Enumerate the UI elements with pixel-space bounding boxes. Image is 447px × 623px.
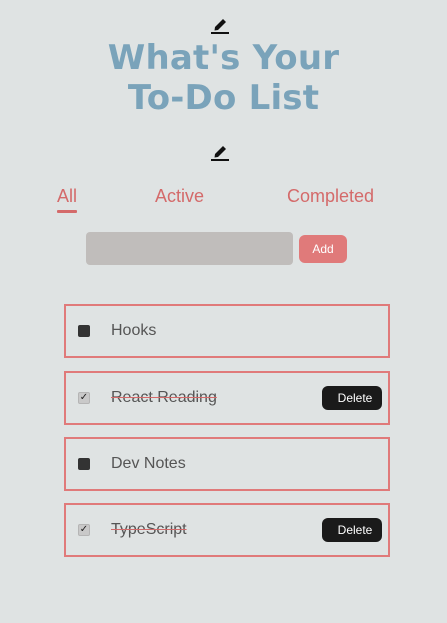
add-button[interactable]: Add [299,235,347,263]
tab-completed[interactable]: Completed [287,184,374,208]
todo-text: Hooks [111,322,157,339]
todo-checkbox[interactable] [78,458,90,470]
delete-button[interactable]: Delete [322,518,382,542]
tab-active[interactable]: Active [155,184,204,208]
todo-item: Dev Notes [64,437,390,491]
todo-checkbox[interactable]: ✓ [78,392,90,404]
todo-text: React Reading [111,389,217,406]
title-line-1: What's Your [107,38,340,78]
todo-item: ✓ React Reading Delete [64,371,390,425]
todo-text: TypeScript [111,521,187,538]
todo-checkbox[interactable]: ✓ [78,524,90,536]
pencil-icon [210,14,230,34]
new-todo-input[interactable] [86,232,293,265]
pencil-icon [210,141,230,161]
todo-item: Hooks [64,304,390,358]
tab-all[interactable]: All [57,184,78,213]
todo-checkbox[interactable] [78,325,90,337]
delete-button[interactable]: Delete [322,386,382,410]
todo-text: Dev Notes [111,455,186,472]
title-line-2: To-Do List [127,78,320,118]
page-title: What's Your To-Do List [0,38,447,118]
todo-item: ✓ TypeScript Delete [64,503,390,557]
filter-tabs: All Active Completed [0,184,447,214]
